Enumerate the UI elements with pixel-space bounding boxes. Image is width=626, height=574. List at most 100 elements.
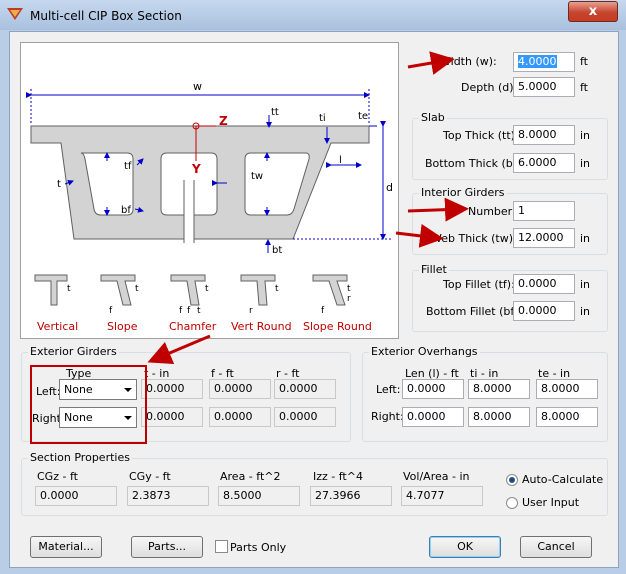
window-title: Multi-cell CIP Box Section (30, 9, 182, 23)
dim-w: w (193, 80, 202, 93)
dim-te: te (358, 111, 368, 122)
prop-area-value: 8.5000 (218, 486, 300, 506)
dim-bf: bf (121, 205, 131, 216)
number-label: Number: (468, 205, 516, 218)
ovh-right-label: Right: (371, 410, 404, 423)
svg-text:f: f (321, 306, 325, 316)
ext-left-f-input[interactable]: 0.0000 (209, 379, 271, 399)
ext-left-r-input[interactable]: 0.0000 (274, 379, 336, 399)
bottom-thick-unit: in (580, 157, 591, 170)
exterior-overhangs-title: Exterior Overhangs (369, 345, 480, 358)
auto-calculate-radio[interactable] (506, 474, 518, 486)
prop-volarea-label: Vol/Area - in (403, 470, 470, 483)
shape-name-chamfer: Chamfer (169, 320, 217, 333)
dialog-window: Multi-cell CIP Box Section x w d te ti t… (0, 0, 626, 574)
prop-volarea-value: 4.7077 (401, 486, 483, 506)
bottom-fillet-input[interactable]: 0.0000 (513, 301, 575, 321)
ext-right-t-input[interactable]: 0.0000 (141, 407, 203, 427)
prop-cgy-value: 2.3873 (127, 486, 209, 506)
shape-label-t: t (67, 284, 71, 294)
exterior-girders-title: Exterior Girders (28, 345, 119, 358)
ok-button[interactable]: OK (429, 536, 501, 558)
auto-calculate-label[interactable]: Auto-Calculate (522, 473, 603, 486)
shape-chamfer: t f f t (170, 274, 209, 316)
annotation-highlight-box (30, 365, 147, 444)
axis-z: Z (219, 114, 228, 128)
prop-izz-value: 27.3966 (310, 486, 392, 506)
svg-text:f: f (109, 306, 113, 316)
title-bar[interactable]: Multi-cell CIP Box Section x (0, 0, 626, 30)
ovh-left-te-input[interactable]: 8.0000 (536, 379, 598, 399)
width-unit: ft (580, 55, 588, 68)
top-fillet-unit: in (580, 278, 591, 291)
top-fillet-input[interactable]: 0.0000 (513, 274, 575, 294)
bottom-thick-label: Bottom Thick (bt): (425, 157, 526, 170)
ext-right-f-input[interactable]: 0.0000 (209, 407, 271, 427)
interior-girders-title: Interior Girders (419, 186, 507, 199)
dim-tw: tw (251, 171, 263, 182)
prop-izz-label: Izz - ft^4 (313, 470, 363, 483)
slab-title: Slab (419, 111, 447, 124)
web-thick-label: Web Thick (tw): (431, 232, 517, 245)
user-input-radio[interactable] (506, 497, 518, 509)
web-thick-input[interactable]: 12.0000 (513, 228, 575, 248)
dim-ti: ti (319, 113, 326, 124)
axis-y: Y (191, 162, 201, 176)
svg-text:f: f (179, 306, 183, 316)
dialog-client: w d te ti t t Z Y tf bf t tw l bt t t f t… (9, 31, 619, 568)
box-section-diagram: w d te ti t t Z Y tf bf t tw l bt t t f t… (26, 80, 393, 333)
diagram-panel: w d te ti t t Z Y tf bf t tw l bt t t f t… (20, 42, 399, 339)
ext-right-r-input[interactable]: 0.0000 (274, 407, 336, 427)
ext-left-t-input[interactable]: 0.0000 (141, 379, 203, 399)
depth-input[interactable]: 5.0000 (513, 77, 575, 97)
svg-text:r: r (347, 294, 351, 304)
prop-area-label: Area - ft^2 (220, 470, 281, 483)
close-button[interactable]: x (568, 1, 618, 22)
shape-name-slope-round: Slope Round (303, 320, 372, 333)
shape-vertical: t (34, 274, 71, 306)
material-button[interactable]: Material... (30, 536, 102, 558)
number-input[interactable]: 1 (513, 201, 575, 221)
parts-only-checkbox[interactable] (215, 540, 228, 553)
top-thick-input[interactable]: 8.0000 (513, 125, 575, 145)
top-thick-label: Top Thick (tt): (443, 129, 519, 142)
depth-label: Depth (d): (461, 81, 518, 94)
shape-name-slope: Slope (107, 320, 138, 333)
dim-l: l (339, 155, 342, 166)
ovh-right-len-input[interactable]: 0.0000 (402, 407, 464, 427)
width-input[interactable]: 4.0000 (513, 52, 575, 72)
shape-slope: t f (100, 274, 139, 316)
bottom-thick-input[interactable]: 6.0000 (513, 153, 575, 173)
ovh-right-ti-input[interactable]: 8.0000 (468, 407, 530, 427)
user-input-label[interactable]: User Input (522, 496, 579, 509)
shape-name-vert-round: Vert Round (231, 320, 292, 333)
ovh-right-te-input[interactable]: 8.0000 (536, 407, 598, 427)
break-gap (184, 180, 194, 240)
ovh-left-ti-input[interactable]: 8.0000 (468, 379, 530, 399)
dim-tf: tf (124, 161, 132, 172)
section-properties-title: Section Properties (28, 451, 132, 464)
ovh-left-len-input[interactable]: 0.0000 (402, 379, 464, 399)
top-fillet-label: Top Fillet (tf): (443, 278, 515, 291)
dim-bt: bt (272, 245, 282, 256)
slab-group: Slab (412, 111, 608, 180)
app-icon (7, 8, 23, 20)
parts-only-label[interactable]: Parts Only (230, 541, 286, 554)
depth-unit: ft (580, 81, 588, 94)
prop-cgy-label: CGy - ft (129, 470, 171, 483)
dim-t: t (57, 179, 61, 190)
shape-slope-round: t r f (312, 274, 351, 316)
shape-name-vertical: Vertical (37, 320, 78, 333)
parts-button[interactable]: Parts... (131, 536, 203, 558)
ovh-left-label: Left: (376, 383, 401, 396)
svg-text:t: t (197, 306, 201, 316)
svg-text:t: t (347, 284, 351, 294)
svg-text:t: t (275, 284, 279, 294)
svg-text:f: f (187, 306, 191, 316)
close-icon: x (588, 4, 598, 19)
svg-text:t: t (205, 284, 209, 294)
cancel-button[interactable]: Cancel (520, 536, 592, 558)
prop-cgz-label: CGz - ft (37, 470, 78, 483)
dim-d: d (386, 181, 393, 194)
bottom-fillet-label: Bottom Fillet (bf): (426, 305, 523, 318)
